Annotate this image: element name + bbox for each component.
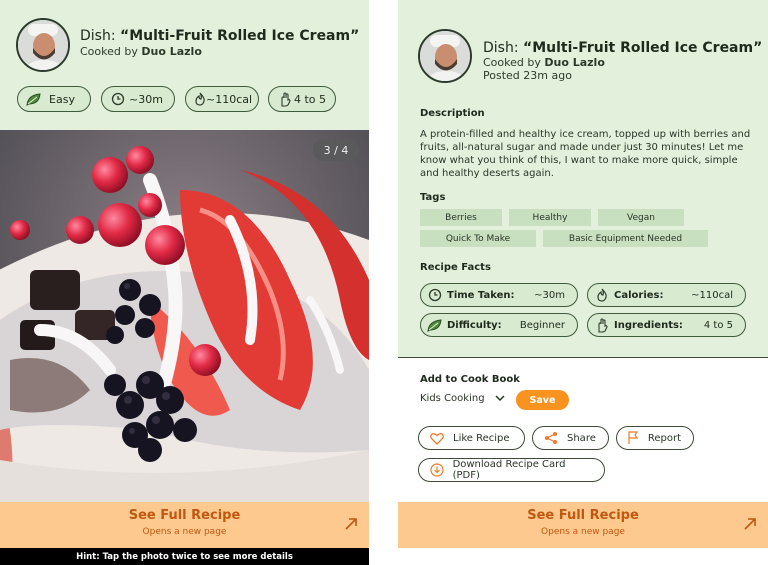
flame-icon bbox=[194, 91, 206, 107]
cooked-by-prefix: Cooked by bbox=[483, 56, 541, 69]
cta-title: See Full Recipe bbox=[128, 508, 241, 523]
share-button[interactable]: Share bbox=[532, 426, 609, 450]
fact-ingredients: Ingredients: 4 to 5 bbox=[587, 313, 746, 337]
report-label: Report bbox=[647, 432, 681, 444]
see-full-recipe-button[interactable]: See Full Recipe Opens a new page bbox=[0, 502, 369, 548]
fact-label: Time Taken: bbox=[447, 289, 515, 301]
cooked-by: Cooked by Duo Lazlo bbox=[483, 56, 605, 69]
dish-prefix: Dish: bbox=[483, 40, 519, 56]
heart-icon bbox=[429, 430, 445, 446]
left-panel: Dish: “Multi-Fruit Rolled Ice Cream” Coo… bbox=[0, 0, 369, 565]
add-to-cookbook-heading: Add to Cook Book bbox=[420, 374, 520, 385]
download-label: Download Recipe Card (PDF) bbox=[452, 459, 566, 481]
tag[interactable]: Healthy bbox=[509, 209, 591, 226]
fact-value: 4 to 5 bbox=[703, 319, 733, 331]
download-icon bbox=[429, 462, 445, 478]
photo-counter: 3 / 4 bbox=[313, 139, 359, 161]
cookbook-selected: Kids Cooking bbox=[420, 393, 485, 404]
recipe-photo[interactable] bbox=[0, 130, 369, 502]
chip-label: ~110cal bbox=[206, 92, 253, 106]
chip-label: ~30m bbox=[129, 92, 163, 106]
download-recipe-card-button[interactable]: Download Recipe Card (PDF) bbox=[418, 458, 605, 482]
arrow-up-right-icon bbox=[742, 516, 758, 532]
fact-label: Ingredients: bbox=[614, 319, 683, 331]
arrow-up-right-icon bbox=[343, 516, 359, 532]
like-recipe-button[interactable]: Like Recipe bbox=[418, 426, 525, 450]
tags-heading: Tags bbox=[420, 192, 446, 203]
dish-prefix: Dish: bbox=[80, 28, 116, 44]
share-icon bbox=[543, 430, 559, 446]
flame-icon bbox=[594, 287, 610, 303]
fact-value: ~110cal bbox=[691, 289, 733, 301]
fact-calories: Calories: ~110cal bbox=[587, 283, 746, 307]
cookbook-select[interactable]: Kids Cooking bbox=[420, 393, 505, 404]
fact-value: Beginner bbox=[519, 319, 565, 331]
cta-title: See Full Recipe bbox=[527, 508, 639, 523]
fact-label: Difficulty: bbox=[447, 319, 502, 331]
leaf-icon bbox=[427, 317, 443, 333]
posted-time: Posted 23m ago bbox=[483, 69, 572, 82]
dish-name: “Multi-Fruit Rolled Ice Cream” bbox=[120, 28, 360, 44]
flag-icon bbox=[627, 430, 640, 446]
recipe-facts-heading: Recipe Facts bbox=[420, 262, 491, 273]
clock-icon bbox=[427, 287, 443, 303]
clock-icon bbox=[110, 91, 126, 107]
hand-icon bbox=[277, 91, 293, 107]
right-panel: Dish: “Multi-Fruit Rolled Ice Cream” Coo… bbox=[398, 0, 768, 565]
tag[interactable]: Vegan bbox=[598, 209, 684, 226]
chevron-down-icon bbox=[495, 395, 505, 402]
dish-title: Dish: “Multi-Fruit Rolled Ice Cream” bbox=[483, 40, 762, 56]
tag[interactable]: Berries bbox=[420, 209, 502, 226]
avatar[interactable] bbox=[418, 29, 472, 83]
share-label: Share bbox=[567, 432, 596, 444]
fact-label: Calories: bbox=[614, 289, 664, 301]
hand-icon bbox=[594, 317, 610, 333]
tag[interactable]: Basic Equipment Needed bbox=[543, 230, 708, 247]
cooked-by: Cooked by Duo Lazlo bbox=[80, 45, 202, 58]
chip-difficulty: Easy bbox=[17, 86, 91, 112]
description-text: A protein-filled and healthy ice cream, … bbox=[420, 129, 751, 179]
cta-subtitle: Opens a new page bbox=[541, 527, 625, 537]
chip-ingredients: 4 to 5 bbox=[268, 86, 336, 112]
leaf-icon bbox=[26, 91, 42, 107]
chip-calories: ~110cal bbox=[185, 86, 259, 112]
save-button[interactable]: Save bbox=[516, 390, 569, 410]
fact-value: ~30m bbox=[534, 289, 565, 301]
tag[interactable]: Quick To Make bbox=[420, 230, 536, 247]
chip-time: ~30m bbox=[101, 86, 175, 112]
dish-name: “Multi-Fruit Rolled Ice Cream” bbox=[523, 40, 763, 56]
hint-bar: Hint: Tap the photo twice to see more de… bbox=[0, 548, 369, 565]
dish-title: Dish: “Multi-Fruit Rolled Ice Cream” bbox=[80, 28, 359, 44]
report-button[interactable]: Report bbox=[616, 426, 694, 450]
like-label: Like Recipe bbox=[453, 432, 510, 444]
cooked-by-prefix: Cooked by bbox=[80, 45, 138, 58]
description-heading: Description bbox=[420, 108, 485, 119]
chip-label: 4 to 5 bbox=[293, 92, 327, 106]
author-link[interactable]: Duo Lazlo bbox=[544, 56, 605, 69]
chip-label: Easy bbox=[49, 92, 75, 106]
avatar[interactable] bbox=[16, 18, 70, 72]
fact-difficulty: Difficulty: Beginner bbox=[420, 313, 578, 337]
author-link[interactable]: Duo Lazlo bbox=[141, 45, 202, 58]
see-full-recipe-button[interactable]: See Full Recipe Opens a new page bbox=[398, 502, 768, 548]
fact-time: Time Taken: ~30m bbox=[420, 283, 578, 307]
cta-subtitle: Opens a new page bbox=[142, 527, 227, 537]
